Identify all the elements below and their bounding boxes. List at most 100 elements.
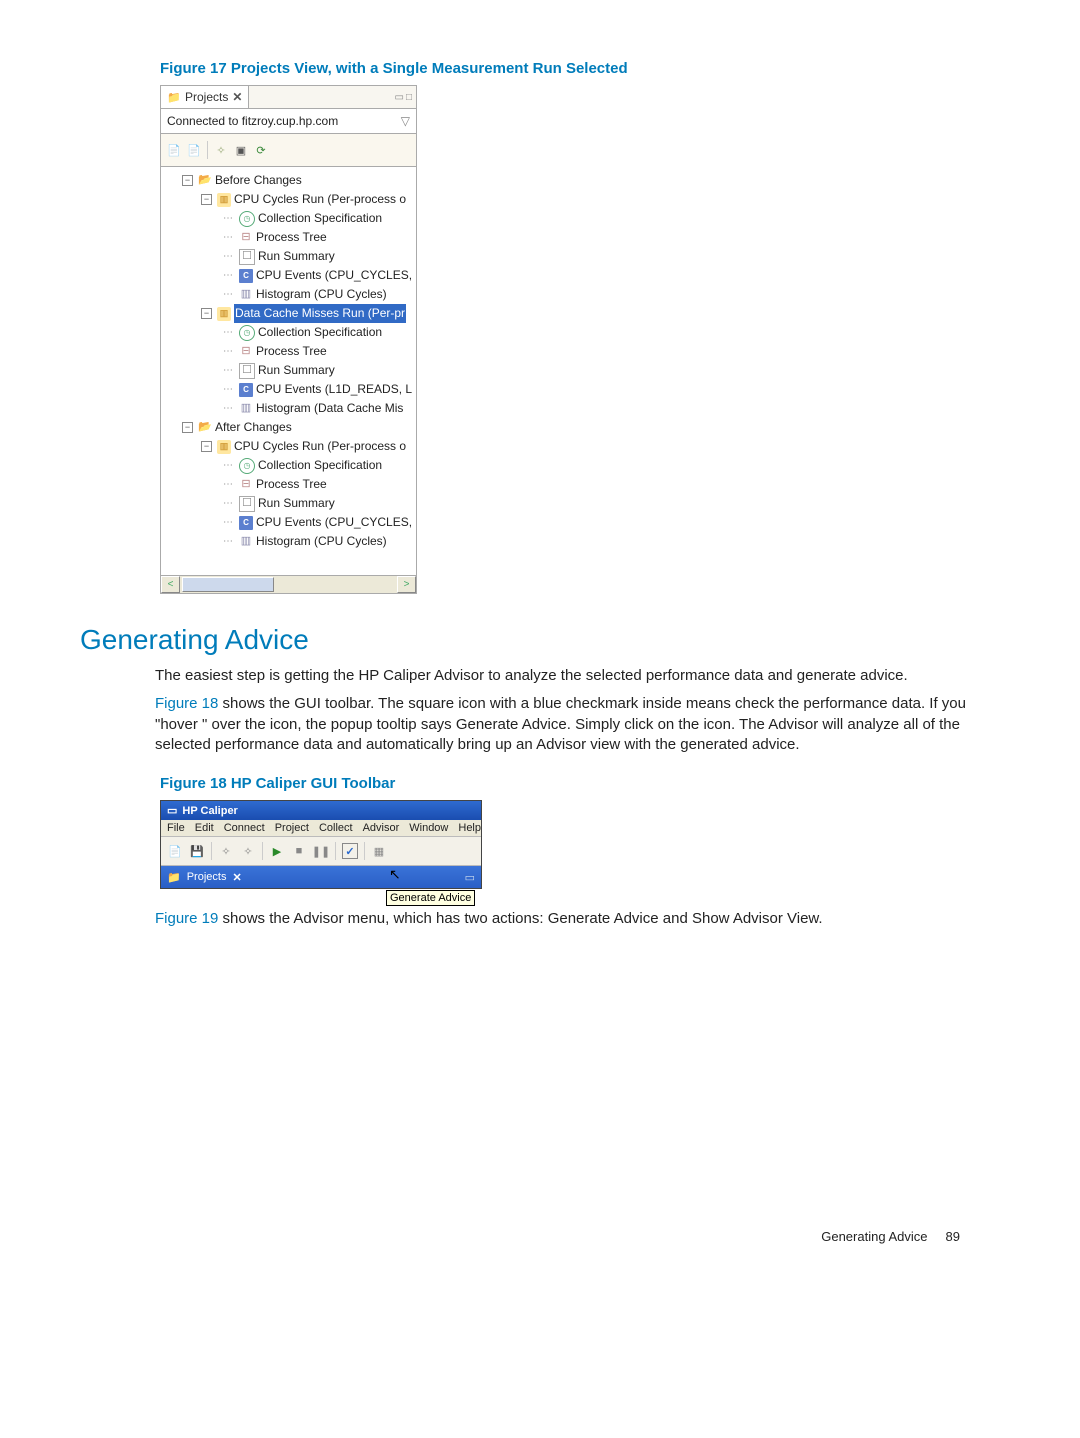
tree-item[interactable]: ⋯CCPU Events (L1D_READS, L — [163, 380, 414, 399]
mouse-cursor-icon: ↖ — [389, 866, 401, 883]
close-tab-icon[interactable]: ✕ — [232, 90, 242, 104]
horizontal-scrollbar[interactable]: < > — [161, 575, 416, 593]
tree-item[interactable]: ⋯◷Collection Specification — [163, 209, 414, 228]
generate-advice-button[interactable]: ✓ — [342, 843, 358, 859]
scroll-left-button[interactable]: < — [161, 576, 180, 593]
scroll-thumb[interactable] — [182, 577, 274, 592]
toolbar-separator — [262, 842, 263, 860]
tree-label: Run Summary — [258, 361, 335, 380]
body-paragraph: The easiest step is getting the HP Calip… — [155, 666, 995, 686]
save-icon[interactable]: 💾 — [189, 843, 205, 859]
tree-item[interactable]: ⋯CCPU Events (CPU_CYCLES, — [163, 513, 414, 532]
tree-run-cpu-after[interactable]: − ▥ CPU Cycles Run (Per-process o — [163, 437, 414, 456]
generate-advice-tooltip: Generate Advice — [386, 890, 475, 906]
new-project-icon[interactable]: 📄 — [167, 143, 181, 157]
stop-icon[interactable]: ■ — [291, 843, 307, 859]
tree-item[interactable]: ⋯⊟Process Tree — [163, 475, 414, 494]
expand-toggle-icon[interactable]: − — [182, 175, 193, 186]
clock-icon: ◷ — [239, 325, 255, 341]
app-icon: ▭ — [167, 804, 177, 817]
expand-toggle-icon[interactable]: − — [182, 422, 193, 433]
connect-icon[interactable]: ✧ — [218, 843, 234, 859]
projects-tab[interactable]: 📁 Projects ✕ — [161, 86, 249, 108]
perspective-icon[interactable]: ▦ — [371, 843, 387, 859]
menu-window[interactable]: Window — [409, 822, 448, 834]
menu-file[interactable]: File — [167, 822, 185, 834]
folder-open-icon: 📂 — [198, 421, 212, 435]
figure-17-caption: Figure 17 Projects View, with a Single M… — [160, 60, 1020, 77]
menu-help[interactable]: Help — [458, 822, 481, 834]
projects-icon: 📁 — [167, 90, 181, 104]
tree-run-dcache-before[interactable]: − ▥ Data Cache Misses Run (Per-pr — [163, 304, 414, 323]
hp-caliper-window: ▭ HP Caliper File Edit Connect Project C… — [160, 800, 482, 889]
panel-toolbar: 📄 📄 ✧ ▣ ⟳ — [161, 134, 416, 167]
projects-tab-label[interactable]: Projects — [187, 871, 227, 883]
menu-bar: File Edit Connect Project Collect Adviso… — [161, 820, 481, 837]
pause-icon[interactable]: ❚❚ — [313, 843, 329, 859]
figure-18-screenshot: ▭ HP Caliper File Edit Connect Project C… — [160, 800, 1020, 889]
tree-item[interactable]: ⋯▥Histogram (CPU Cycles) — [163, 532, 414, 551]
tree-folder-before[interactable]: − 📂 Before Changes — [163, 171, 414, 190]
menu-project[interactable]: Project — [275, 822, 309, 834]
tree-item[interactable]: ⋯☐Run Summary — [163, 361, 414, 380]
clock-icon: ◷ — [239, 458, 255, 474]
tree-item[interactable]: ⋯◷Collection Specification — [163, 456, 414, 475]
connect-icon[interactable]: ✧ — [214, 143, 228, 157]
body-paragraph: Figure 19 shows the Advisor menu, which … — [155, 909, 995, 929]
tree-label: Histogram (CPU Cycles) — [256, 285, 387, 304]
tree-item[interactable]: ⋯▥Histogram (Data Cache Mis — [163, 399, 414, 418]
toolbar-separator — [335, 842, 336, 860]
tree-item[interactable]: ⋯☐Run Summary — [163, 494, 414, 513]
tree-label: Run Summary — [258, 247, 335, 266]
expand-toggle-icon[interactable]: − — [201, 441, 212, 452]
new-project-icon-2[interactable]: 📄 — [187, 143, 201, 157]
histogram-icon: ▥ — [239, 288, 253, 302]
dropdown-icon[interactable]: ▽ — [401, 114, 410, 128]
minimize-icon[interactable]: ▭ — [465, 871, 475, 884]
footer-section-label: Generating Advice — [821, 1229, 927, 1244]
projects-tab-label: Projects — [185, 90, 228, 104]
expand-toggle-icon[interactable]: − — [201, 194, 212, 205]
maximize-icon[interactable]: □ — [406, 92, 412, 103]
terminal-icon[interactable]: ▣ — [234, 143, 248, 157]
tree-item[interactable]: ⋯⊟Process Tree — [163, 342, 414, 361]
toolbar-separator — [211, 842, 212, 860]
minimize-icon[interactable]: ▭ — [395, 92, 404, 103]
menu-edit[interactable]: Edit — [195, 822, 214, 834]
document-icon: ☐ — [239, 496, 255, 512]
menu-connect[interactable]: Connect — [224, 822, 265, 834]
tree-label: Process Tree — [256, 228, 327, 247]
play-icon[interactable]: ▶ — [269, 843, 285, 859]
tree-run-cpu-before[interactable]: − ▥ CPU Cycles Run (Per-process o — [163, 190, 414, 209]
tree-label: Collection Specification — [258, 456, 382, 475]
menu-advisor[interactable]: Advisor — [363, 822, 400, 834]
tree-label: Collection Specification — [258, 323, 382, 342]
menu-collect[interactable]: Collect — [319, 822, 353, 834]
projects-icon: 📁 — [167, 871, 181, 884]
tree-label-selected: Data Cache Misses Run (Per-pr — [234, 304, 406, 323]
expand-toggle-icon[interactable]: − — [201, 308, 212, 319]
connection-status-row: Connected to fitzroy.cup.hp.com ▽ — [161, 109, 416, 134]
folder-open-icon: 📂 — [198, 174, 212, 188]
refresh-icon[interactable]: ⟳ — [254, 143, 268, 157]
disconnect-icon[interactable]: ✧ — [240, 843, 256, 859]
figure-19-reference[interactable]: Figure 19 — [155, 910, 218, 927]
tree-item[interactable]: ⋯▥Histogram (CPU Cycles) — [163, 285, 414, 304]
tree-label: Before Changes — [215, 171, 302, 190]
figure-18-reference[interactable]: Figure 18 — [155, 695, 218, 712]
tree-item[interactable]: ⋯◷Collection Specification — [163, 323, 414, 342]
tree-label: Process Tree — [256, 475, 327, 494]
scroll-right-button[interactable]: > — [397, 576, 416, 593]
tree-label: CPU Cycles Run (Per-process o — [234, 437, 406, 456]
tree-label: CPU Cycles Run (Per-process o — [234, 190, 406, 209]
tree-item[interactable]: ⋯⊟Process Tree — [163, 228, 414, 247]
tree-label: After Changes — [215, 418, 292, 437]
process-tree-icon: ⊟ — [239, 345, 253, 359]
project-tree[interactable]: − 📂 Before Changes − ▥ CPU Cycles Run (P… — [161, 167, 416, 575]
tree-item[interactable]: ⋯CCPU Events (CPU_CYCLES, — [163, 266, 414, 285]
tree-folder-after[interactable]: − 📂 After Changes — [163, 418, 414, 437]
close-tab-icon[interactable]: ✕ — [232, 871, 241, 884]
tree-item[interactable]: ⋯☐Run Summary — [163, 247, 414, 266]
footer-page-number: 89 — [946, 1229, 960, 1244]
new-icon[interactable]: 📄 — [167, 843, 183, 859]
